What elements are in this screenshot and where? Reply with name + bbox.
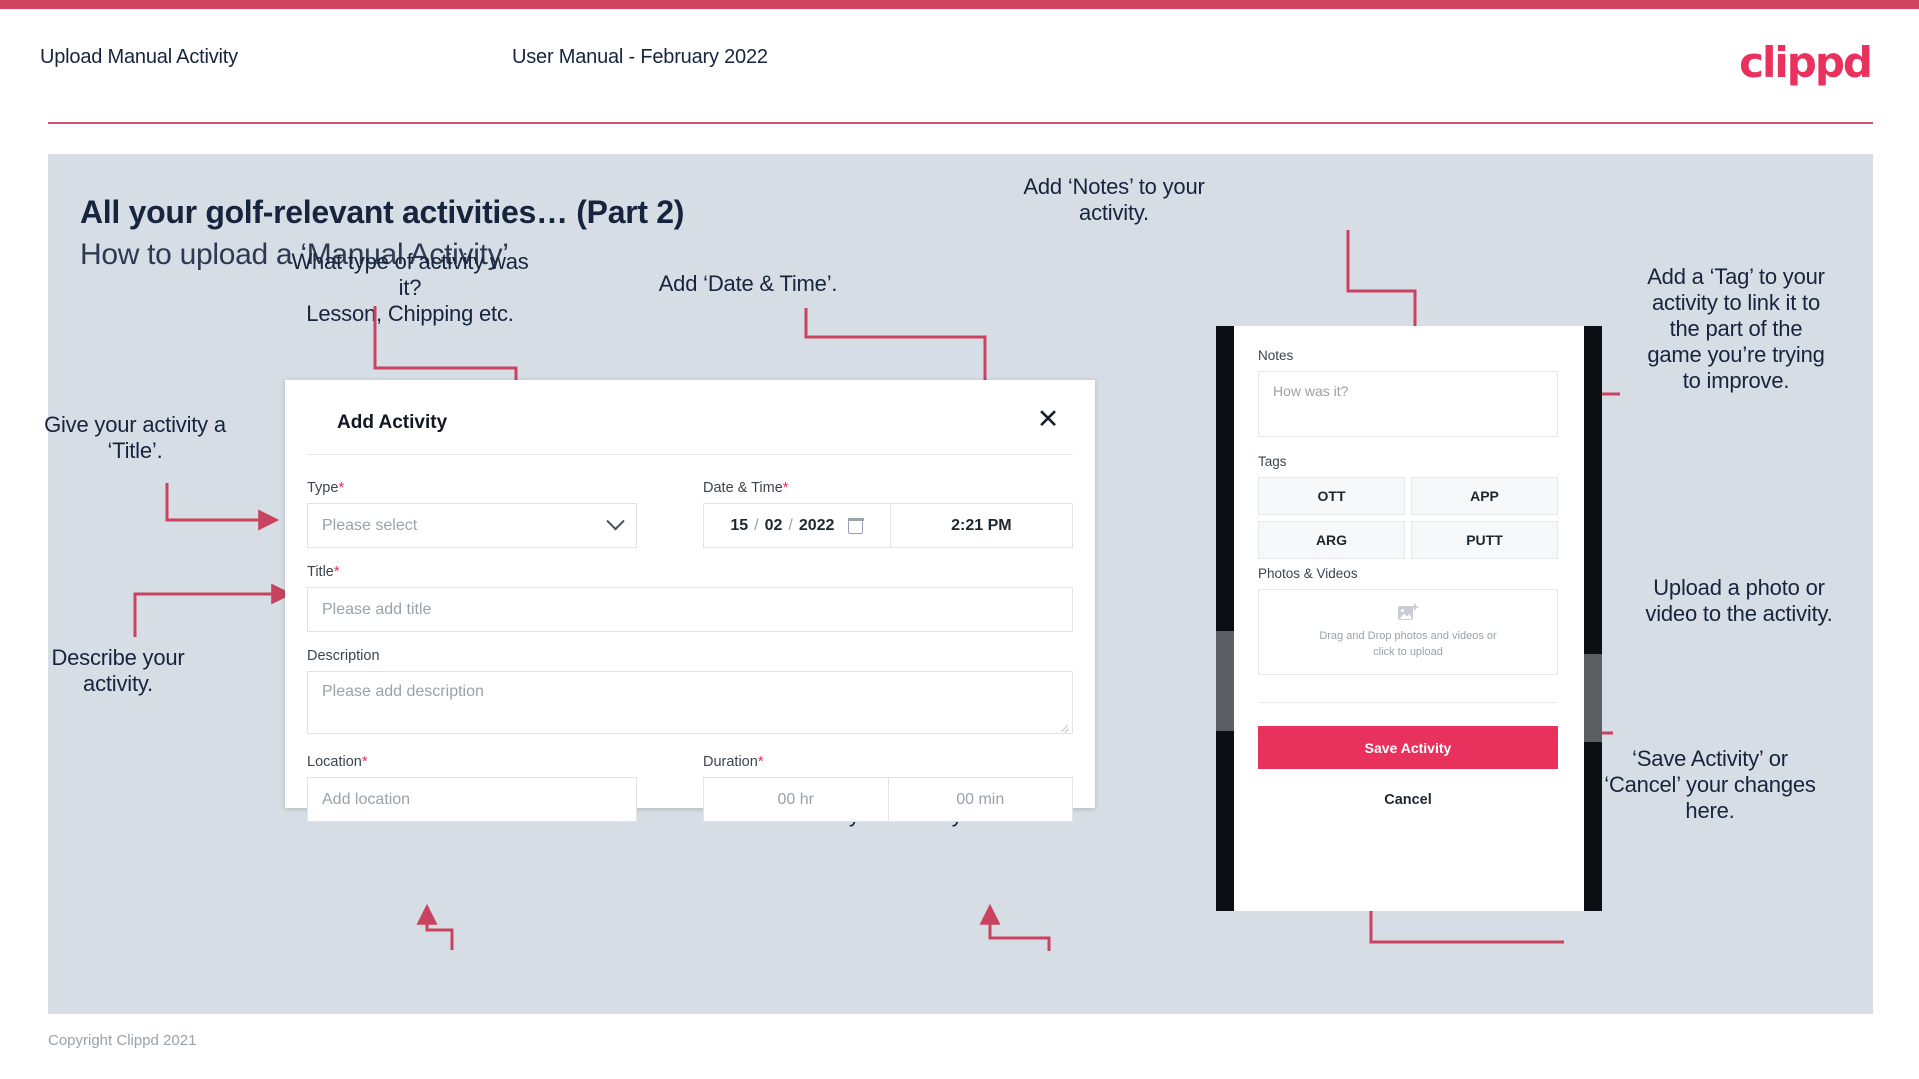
datetime-row: 15 / 02 / 2022 2:21 PM — [703, 503, 1073, 548]
required-marker: * — [361, 754, 368, 770]
type-select[interactable]: Please select — [307, 503, 637, 548]
date-sep-2: / — [788, 516, 793, 534]
date-input[interactable]: 15 / 02 / 2022 — [703, 503, 891, 548]
tags-label: Tags — [1258, 454, 1287, 469]
annotation-title: Give your activity a ‘Title’. — [44, 412, 226, 463]
field-title-label: Title* — [307, 564, 1073, 580]
duration-hours-input[interactable]: 00 hr — [703, 777, 889, 822]
description-input[interactable]: Please add description — [307, 671, 1073, 734]
annotation-save-cancel: ‘Save Activity’ or ‘Cancel’ your changes h… — [1604, 746, 1816, 823]
add-activity-dialog: Add Activity ✕ Type* Please select Date … — [285, 380, 1095, 822]
date-year: 2022 — [798, 516, 835, 534]
slide-heading: All your golf-relevant activities… (Part… — [80, 194, 685, 230]
notes-input[interactable]: How was it? — [1258, 371, 1558, 437]
annotation-upload: Upload a photo or video to the activity. — [1645, 575, 1833, 626]
date-value: 15 / 02 / 2022 — [730, 516, 865, 535]
required-marker: * — [338, 480, 345, 496]
annotation-description: Describe your activity. — [51, 645, 185, 696]
required-marker: * — [333, 564, 340, 580]
footer-copyright: Copyright Clippd 2021 — [48, 1032, 197, 1049]
field-type: Type* Please select — [307, 480, 637, 548]
description-input-placeholder: Please add description — [322, 683, 484, 700]
header-center-title: User Manual - February 2022 — [512, 46, 768, 68]
location-input[interactable]: Add location — [307, 777, 637, 822]
duration-hours-placeholder: 00 hr — [777, 790, 814, 808]
slide-canvas: Upload Manual Activity User Manual - Feb… — [0, 0, 1919, 1079]
calendar-icon[interactable] — [847, 517, 865, 534]
field-description-label: Description — [307, 648, 1073, 664]
date-day: 15 — [730, 516, 749, 534]
save-activity-button[interactable]: Save Activity — [1258, 726, 1558, 769]
phone-mockup: Notes How was it? Tags OTT APP ARG PUTT … — [1216, 326, 1602, 911]
time-value: 2:21 PM — [951, 516, 1012, 534]
field-datetime-label: Date & Time* — [703, 480, 1073, 496]
field-title: Title* Please add title — [307, 564, 1073, 632]
photo-dropzone[interactable]: Drag and Drop photos and videos or click… — [1258, 589, 1558, 675]
duration-minutes-placeholder: 00 min — [956, 790, 1005, 808]
duration-row: 00 hr 00 min — [703, 777, 1073, 822]
mobile-field-photos: Photos & Videos Drag and Drop photos and… — [1258, 566, 1558, 675]
header-divider — [48, 122, 1873, 124]
tag-putt[interactable]: PUTT — [1411, 521, 1558, 559]
phone-bezel-right — [1584, 326, 1602, 911]
field-description: Description Please add description — [307, 648, 1073, 734]
resize-handle-icon[interactable] — [1059, 721, 1069, 733]
field-duration: Duration* 00 hr 00 min — [703, 754, 1073, 822]
annotation-notes: Add ‘Notes’ to your activity. — [1023, 174, 1205, 225]
photos-label: Photos & Videos — [1258, 566, 1358, 581]
dialog-divider — [307, 454, 1073, 455]
header-left-title: Upload Manual Activity — [40, 46, 238, 68]
duration-minutes-input[interactable]: 00 min — [888, 777, 1073, 822]
add-image-icon — [1398, 603, 1419, 621]
field-location-label: Location* — [307, 754, 637, 770]
field-location: Location* Add location — [307, 754, 637, 822]
field-location-label-text: Location — [307, 754, 362, 770]
tag-app[interactable]: APP — [1411, 477, 1558, 515]
mobile-divider — [1258, 702, 1558, 703]
dropzone-line-1: Drag and Drop photos and videos or — [1319, 630, 1497, 643]
close-icon[interactable]: ✕ — [1033, 404, 1063, 434]
notes-label: Notes — [1258, 348, 1294, 363]
tag-arg[interactable]: ARG — [1258, 521, 1405, 559]
phone-button-left — [1216, 631, 1234, 731]
notes-placeholder: How was it? — [1273, 383, 1349, 399]
phone-screen: Notes How was it? Tags OTT APP ARG PUTT … — [1234, 326, 1584, 911]
location-input-placeholder: Add location — [322, 790, 411, 808]
field-description-label-text: Description — [307, 648, 380, 664]
field-datetime-label-text: Date & Time — [703, 480, 783, 496]
dialog-title: Add Activity — [337, 412, 448, 433]
clippd-logo: clippd — [1739, 38, 1873, 87]
field-datetime: Date & Time* 15 / 02 / 2022 2:21 PM — [703, 480, 1073, 548]
date-month: 02 — [764, 516, 783, 534]
field-type-label: Type* — [307, 480, 637, 496]
tag-ott[interactable]: OTT — [1258, 477, 1405, 515]
cancel-button[interactable]: Cancel — [1258, 792, 1558, 808]
annotation-type: What type of activity was it? Lesson, Chi… — [291, 249, 529, 326]
chevron-down-icon — [606, 512, 625, 531]
field-type-label-text: Type — [307, 480, 339, 496]
dropzone-line-2: click to upload — [1373, 646, 1443, 658]
field-duration-label-text: Duration — [703, 754, 758, 770]
annotation-tags: Add a ‘Tag’ to your activity to link it t… — [1647, 264, 1825, 393]
mobile-field-notes: Notes How was it? — [1258, 348, 1558, 437]
field-title-label-text: Title — [307, 564, 334, 580]
title-input[interactable]: Please add title — [307, 587, 1073, 632]
title-input-placeholder: Please add title — [322, 600, 432, 618]
annotation-date-time: Add ‘Date & Time’. — [658, 271, 838, 296]
required-marker: * — [757, 754, 764, 770]
field-duration-label: Duration* — [703, 754, 1073, 770]
type-select-placeholder: Please select — [322, 516, 418, 534]
phone-button-right — [1584, 654, 1602, 742]
top-accent-bar — [0, 0, 1919, 9]
phone-bezel-left — [1216, 326, 1234, 911]
dropzone-text: Drag and Drop photos and videos or click… — [1319, 629, 1496, 661]
mobile-field-tags: Tags OTT APP ARG PUTT — [1258, 454, 1558, 559]
tags-grid: OTT APP ARG PUTT — [1258, 477, 1558, 559]
time-input[interactable]: 2:21 PM — [890, 503, 1073, 548]
required-marker: * — [782, 480, 789, 496]
date-sep-1: / — [754, 516, 759, 534]
